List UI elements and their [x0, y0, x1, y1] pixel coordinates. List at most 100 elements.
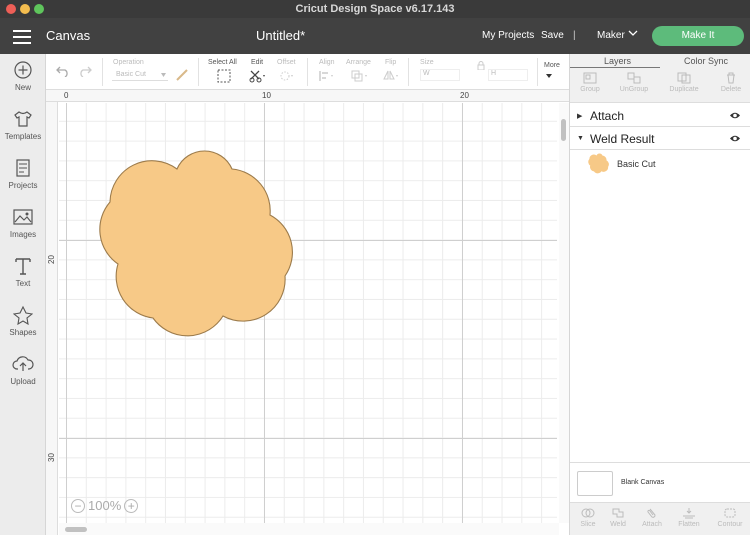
arrange-label: Arrange — [346, 59, 371, 66]
window-titlebar: Cricut Design Space v6.17.143 — [0, 0, 750, 18]
ungroup-label: UnGroup — [619, 86, 649, 93]
delete-label: Delete — [720, 86, 742, 93]
tab-layers[interactable]: Layers — [604, 56, 631, 66]
scrollbar-thumb[interactable] — [65, 527, 87, 532]
select-all-icon[interactable] — [217, 69, 231, 83]
sidebar-item-images[interactable]: Images — [0, 207, 46, 253]
weld-result-shape[interactable] — [98, 146, 302, 342]
operation-label: Operation — [113, 59, 144, 66]
my-projects-button[interactable]: My Projects — [482, 30, 534, 41]
flatten-icon — [683, 508, 695, 519]
pen-icon[interactable] — [175, 68, 189, 82]
expand-arrow-icon[interactable]: ▶ — [577, 112, 582, 120]
blank-canvas-label: Blank Canvas — [621, 479, 665, 486]
document-title[interactable]: Untitled* — [256, 28, 305, 43]
sidebar-item-shapes[interactable]: Shapes — [0, 305, 46, 351]
align-icon[interactable] — [318, 69, 336, 83]
zoom-control: −100% + — [71, 497, 139, 513]
contour-button[interactable]: Contour — [712, 507, 748, 528]
menu-icon[interactable] — [13, 30, 31, 44]
chevron-down-icon[interactable] — [546, 74, 552, 78]
layer-name: Basic Cut — [617, 159, 656, 169]
height-prefix: H — [491, 70, 497, 77]
offset-icon[interactable] — [278, 69, 296, 83]
operation-select[interactable]: Basic Cut — [112, 69, 168, 81]
chevron-down-icon[interactable] — [628, 28, 638, 41]
width-input[interactable]: W — [420, 69, 460, 81]
edit-toolbar: Operation Basic Cut Select All Edit Offs… — [46, 54, 569, 90]
height-input[interactable]: H — [488, 69, 528, 81]
attach-button[interactable]: Attach — [634, 507, 670, 528]
shapes-icon — [13, 305, 33, 325]
canvas-label: Canvas — [46, 28, 91, 43]
app-header: Canvas Untitled* My Projects Save | Make… — [0, 18, 750, 54]
panel-tabs: Layers Color Sync — [570, 54, 750, 68]
sidebar-item-label: Upload — [10, 377, 36, 386]
redo-icon[interactable] — [78, 65, 92, 77]
ruler-tick-label: 0 — [64, 91, 69, 100]
duplicate-button[interactable]: Duplicate — [664, 72, 704, 93]
sub-layer-basic-cut[interactable]: Basic Cut — [588, 153, 738, 175]
cloud-upload-icon — [12, 356, 34, 371]
plus-circle-icon — [14, 61, 32, 79]
machine-select[interactable]: Maker — [597, 30, 625, 41]
paperclip-icon — [647, 508, 656, 518]
canvas-swatch[interactable] — [577, 471, 613, 496]
ungroup-button[interactable]: UnGroup — [614, 72, 654, 93]
ruler-tick-label: 30 — [47, 453, 56, 462]
sidebar-item-upload[interactable]: Upload — [0, 354, 46, 400]
scissors-icon[interactable] — [249, 69, 267, 83]
layer-row-weld-result[interactable]: ▼ Weld Result — [570, 128, 750, 150]
align-label: Align — [319, 59, 335, 66]
flatten-button[interactable]: Flatten — [671, 507, 707, 528]
sidebar-item-new[interactable]: New — [0, 60, 46, 106]
operation-value: Basic Cut — [116, 71, 146, 78]
make-it-button[interactable]: Make It — [652, 26, 744, 46]
window-title: Cricut Design Space v6.17.143 — [295, 3, 455, 15]
delete-button[interactable]: Delete — [711, 72, 750, 93]
zoom-in-button[interactable]: + — [124, 498, 139, 513]
scrollbar-thumb[interactable] — [561, 119, 566, 141]
duplicate-label: Duplicate — [669, 86, 699, 93]
weld-icon — [612, 508, 624, 518]
sidebar-item-text[interactable]: Text — [0, 256, 46, 302]
text-t-icon — [15, 258, 31, 275]
flower-thumbnail-icon — [588, 153, 609, 174]
flip-label: Flip — [385, 59, 397, 66]
zoom-out-button[interactable]: − — [71, 498, 85, 513]
collapse-arrow-icon[interactable]: ▼ — [577, 135, 584, 142]
toolbar-divider — [537, 58, 538, 86]
group-button[interactable]: Group — [570, 72, 610, 93]
save-button[interactable]: Save — [541, 30, 564, 41]
toolbar-divider — [408, 58, 409, 86]
sidebar-item-label: New — [14, 83, 31, 92]
arrange-icon[interactable] — [350, 69, 370, 83]
contour-label: Contour — [717, 521, 743, 528]
weld-button[interactable]: Weld — [600, 507, 636, 528]
flip-icon[interactable] — [382, 69, 400, 83]
slice-icon — [581, 508, 595, 518]
layer-name: Weld Result — [590, 132, 655, 146]
eye-icon[interactable] — [729, 111, 741, 120]
attach-label: Attach — [642, 521, 662, 528]
layer-actions: Group UnGroup Duplicate Delete — [570, 68, 750, 103]
vertical-scrollbar[interactable] — [559, 103, 569, 523]
weld-label: Weld — [610, 521, 626, 528]
image-icon — [13, 209, 33, 225]
left-sidebar: New Templates Projects Images Text Shape… — [0, 54, 46, 535]
toolbar-divider — [307, 58, 308, 86]
tab-color-sync[interactable]: Color Sync — [684, 56, 728, 66]
horizontal-scrollbar[interactable] — [59, 523, 559, 535]
eye-icon[interactable] — [729, 134, 741, 143]
more-button[interactable]: More — [544, 62, 560, 69]
blank-canvas-row[interactable]: Blank Canvas — [570, 462, 750, 502]
ruler-vertical: 20 30 — [46, 102, 58, 535]
sidebar-item-projects[interactable]: Projects — [0, 158, 46, 204]
undo-icon[interactable] — [56, 65, 70, 77]
sidebar-item-label: Templates — [4, 132, 42, 141]
design-canvas[interactable]: 0 10 20 20 30 −100% + — [46, 90, 569, 535]
sidebar-item-templates[interactable]: Templates — [0, 109, 46, 155]
layer-row-attach[interactable]: ▶ Attach — [570, 105, 750, 127]
chevron-down-icon — [161, 73, 166, 77]
lock-icon[interactable] — [477, 61, 485, 70]
